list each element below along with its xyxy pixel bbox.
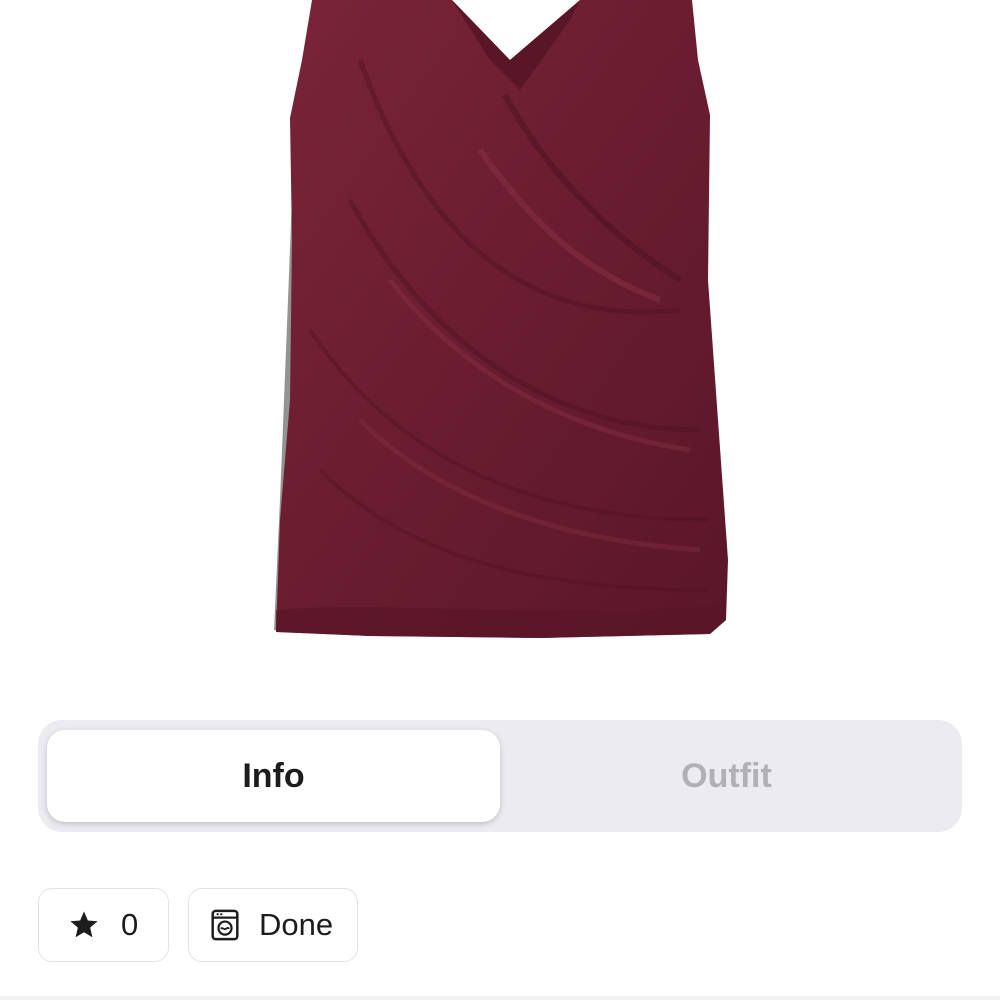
star-icon — [67, 908, 101, 942]
item-detail-screen: Info Outfit 0 Done — [0, 0, 1000, 1000]
wash-status-label: Done — [259, 907, 334, 942]
info-outfit-segmented-control: Info Outfit — [38, 720, 962, 832]
wash-status-chip[interactable]: Done — [188, 888, 358, 962]
tab-outfit[interactable]: Outfit — [500, 730, 953, 822]
washing-machine-icon — [209, 909, 241, 941]
rating-count: 0 — [121, 907, 139, 942]
sleeveless-top-illustration — [274, 0, 728, 638]
tab-info[interactable]: Info — [47, 730, 500, 822]
rating-chip[interactable]: 0 — [38, 888, 169, 962]
product-image — [240, 0, 760, 640]
bottom-divider — [0, 996, 1000, 1000]
